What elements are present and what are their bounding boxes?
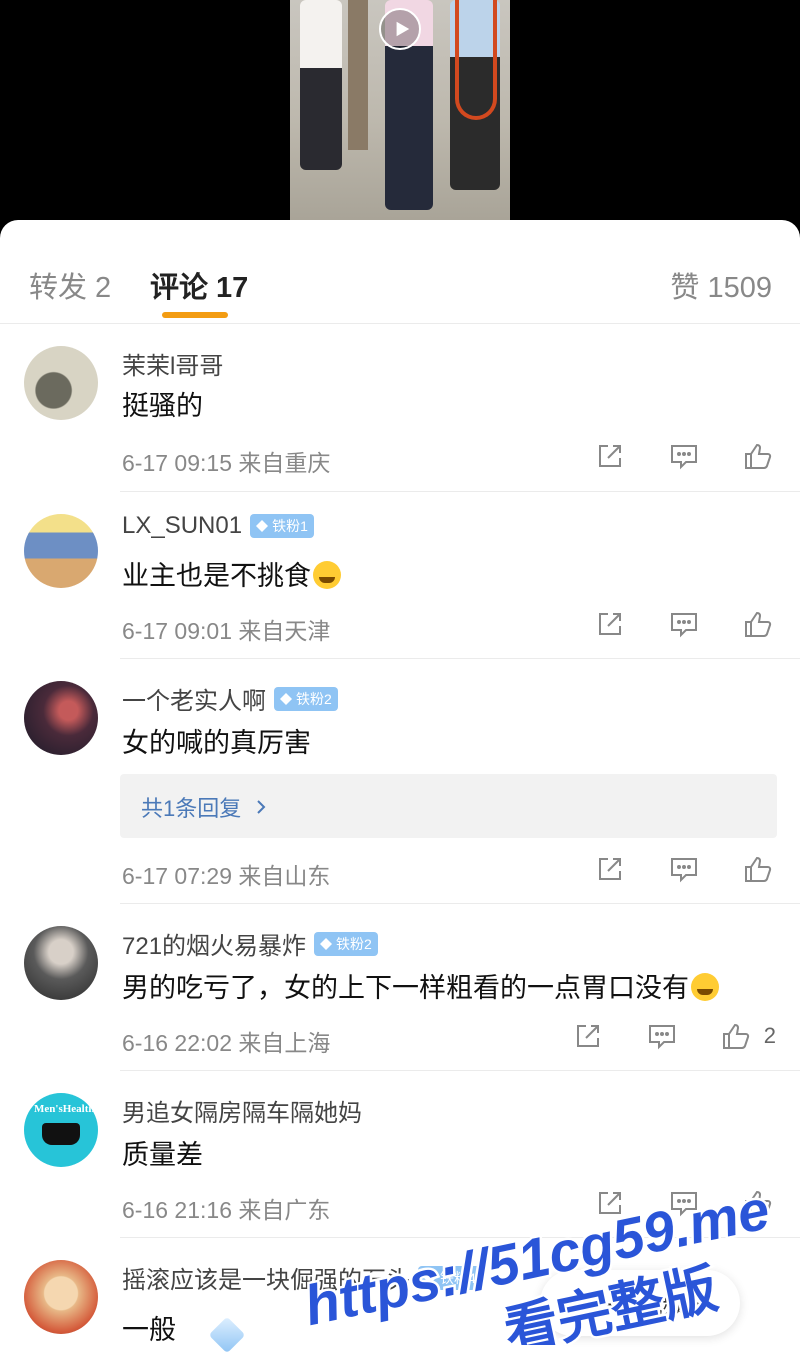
video-scene-wall: [348, 0, 368, 150]
badge-label: 铁粉2: [296, 690, 332, 707]
fan-badge: 铁粉2: [274, 686, 338, 711]
avatar[interactable]: Men'sHealth: [24, 1093, 98, 1167]
reply-summary-label: 共1条回复: [141, 796, 242, 821]
comment-actions: [554, 1187, 776, 1219]
diamond-icon: [424, 1271, 436, 1284]
comment-item: 一个老实人啊 铁粉2 女的喊的真厉害 共1条回复 6-17 07:29 来自山东: [0, 659, 800, 904]
avatar[interactable]: [24, 514, 98, 588]
tab-likes[interactable]: 赞 1509: [670, 264, 772, 306]
comment-actions: [554, 440, 776, 472]
comment-text-content: 业主也是不挑食: [122, 561, 311, 591]
comment-text: 男的吃亏了，女的上下一样粗看的一点胃口没有: [122, 966, 719, 1005]
comment-meta: 6-17 09:01 来自天津: [122, 618, 331, 644]
reply-summary-box[interactable]: 共1条回复: [120, 774, 777, 838]
sparkle-diamond-icon: [208, 1316, 246, 1354]
like-icon[interactable]: [740, 440, 776, 472]
next-video-button[interactable]: 下一个视频: [540, 1270, 740, 1336]
fan-badge: 铁粉2: [314, 931, 378, 956]
comment-author[interactable]: 摇滚应该是一块倔强的石头: [122, 1260, 410, 1295]
play-icon[interactable]: [379, 8, 421, 50]
diamond-icon: [256, 520, 269, 532]
comment-meta: 6-17 09:15 来自重庆: [122, 450, 331, 476]
like-icon[interactable]: [740, 608, 776, 640]
share-icon[interactable]: [592, 440, 628, 472]
avatar[interactable]: [24, 926, 98, 1000]
comment-author[interactable]: 茉茉l哥哥: [122, 346, 223, 381]
avatar[interactable]: [24, 346, 98, 420]
like-icon[interactable]: [718, 1020, 754, 1052]
share-icon[interactable]: [592, 853, 628, 885]
tab-comments[interactable]: 评论 17: [150, 264, 248, 306]
share-icon[interactable]: [592, 608, 628, 640]
comment-item: Men'sHealth 男追女隔房隔车隔她妈 质量差 6-16 21:16 来自…: [0, 1071, 800, 1238]
comment-author[interactable]: 男追女隔房隔车隔她妈: [122, 1093, 362, 1128]
view-replies-link[interactable]: 共1条回复: [141, 791, 267, 823]
sunglasses-icon: [42, 1123, 80, 1145]
like-count: 2: [763, 1023, 776, 1048]
like-icon[interactable]: [740, 1187, 776, 1219]
comment-text: 业主也是不挑食: [122, 554, 341, 593]
badge-label: 铁粉2: [336, 935, 372, 952]
laughing-tears-emoji-icon: [691, 973, 719, 1001]
comment-icon[interactable]: [666, 440, 702, 472]
comment-icon[interactable]: [666, 853, 702, 885]
avatar[interactable]: [24, 1260, 98, 1334]
like-icon[interactable]: [740, 853, 776, 885]
comment-icon[interactable]: [644, 1020, 680, 1052]
comment-meta: 6-16 21:16 来自广东: [122, 1197, 331, 1223]
badge-label: 铁粉1: [272, 518, 308, 534]
tab-bar: 转发 2 评论 17 赞 1509: [0, 220, 800, 324]
comment-actions: [554, 853, 776, 885]
comment-author[interactable]: LX_SUN01: [122, 512, 242, 540]
share-icon[interactable]: [570, 1020, 606, 1052]
comment-actions: 2: [532, 1020, 776, 1052]
badge-label: 铁粉4: [440, 1269, 476, 1286]
share-icon[interactable]: [592, 1187, 628, 1219]
chevron-right-icon: [257, 800, 266, 814]
video-area[interactable]: [0, 0, 800, 220]
avatar[interactable]: [24, 681, 98, 755]
video-scene-rope: [455, 0, 497, 120]
tab-repost[interactable]: 转发 2: [29, 264, 111, 306]
comment-item: 721的烟火易暴炸 铁粉2 男的吃亏了，女的上下一样粗看的一点胃口没有 6-16…: [0, 904, 800, 1071]
comments-sheet: 转发 2 评论 17 赞 1509 茉茉l哥哥 挺骚的 6-17 09:15 来…: [0, 220, 800, 1354]
comment-meta: 6-17 07:29 来自山东: [122, 863, 331, 889]
comment-actions: [554, 608, 776, 640]
next-video-label: 下一个视频: [570, 1292, 686, 1318]
active-tab-indicator: [162, 312, 228, 318]
crying-emoji-icon: [313, 561, 341, 589]
chevron-double-down-icon: [695, 1297, 708, 1310]
diamond-icon: [280, 692, 292, 705]
comment-icon[interactable]: [666, 1187, 702, 1219]
comment-meta: 6-16 22:02 来自上海: [122, 1030, 331, 1056]
comment-item: LX_SUN01 铁粉1 业主也是不挑食 6-17 09:01 来自天津: [0, 492, 800, 659]
comment-text-content: 男的吃亏了，女的上下一样粗看的一点胃口没有: [122, 973, 689, 1003]
video-scene-figure: [300, 0, 342, 170]
comment-author[interactable]: 721的烟火易暴炸: [122, 926, 306, 961]
avatar-logo-text: Men'sHealth: [34, 1103, 95, 1115]
comment-text: 一般: [122, 1315, 176, 1345]
fan-badge: 铁粉1: [250, 514, 314, 538]
diamond-icon: [320, 937, 333, 950]
comment-item: 茉茉l哥哥 挺骚的 6-17 09:15 来自重庆: [0, 324, 800, 492]
comment-icon[interactable]: [666, 608, 702, 640]
comment-text: 质量差: [122, 1140, 203, 1170]
comment-text: 挺骚的: [122, 391, 203, 421]
comment-text: 女的喊的真厉害: [122, 728, 311, 758]
comment-author[interactable]: 一个老实人啊: [122, 681, 266, 716]
fan-badge: 铁粉4: [418, 1265, 482, 1290]
